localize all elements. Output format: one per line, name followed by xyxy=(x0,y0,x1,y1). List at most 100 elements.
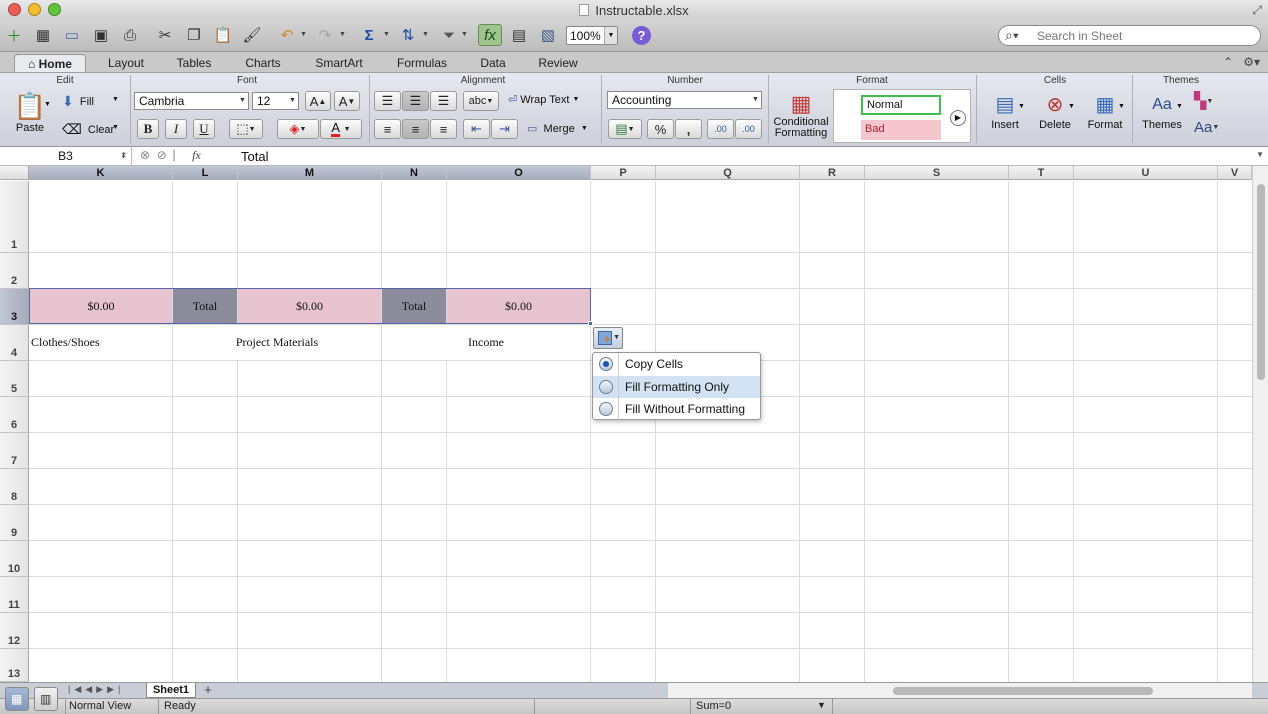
clear-dropdown-icon[interactable]: ▼ xyxy=(112,124,119,131)
column-header-s[interactable]: S xyxy=(865,166,1009,180)
print-icon[interactable]: ⎙ xyxy=(118,24,142,46)
column-header-k[interactable]: K xyxy=(29,166,173,180)
row-header-6[interactable]: 6 xyxy=(0,397,29,433)
formula-builder-icon[interactable]: fx xyxy=(478,24,502,46)
row-header-11[interactable]: 11 xyxy=(0,577,29,613)
horizontal-scrollbar[interactable] xyxy=(668,683,1252,698)
formula-input[interactable]: Total xyxy=(241,149,268,164)
open-folder-icon[interactable]: ▭ xyxy=(60,24,84,46)
select-all-corner[interactable] xyxy=(0,166,29,180)
row-header-5[interactable]: 5 xyxy=(0,361,29,397)
new-from-template-icon[interactable]: ▦ xyxy=(31,24,55,46)
wrap-text-dropdown-icon[interactable]: ▼ xyxy=(572,96,579,103)
insert-dropdown-icon[interactable]: ▼ xyxy=(1018,103,1025,110)
merge-dropdown-icon[interactable]: ▼ xyxy=(581,125,588,132)
column-header-l[interactable]: L xyxy=(173,166,238,180)
page-layout-view-button[interactable]: ▥ xyxy=(34,687,58,711)
show-hide-toolbox-icon[interactable]: ▤ xyxy=(507,24,531,46)
borders-button[interactable]: ⬚ ▼ xyxy=(229,119,263,139)
row-header-8[interactable]: 8 xyxy=(0,469,29,505)
zoom-select[interactable]: 100% ▼ xyxy=(566,26,618,45)
percent-style-button[interactable]: % xyxy=(647,119,674,139)
row-header-12[interactable]: 12 xyxy=(0,613,29,649)
redo-dropdown-icon[interactable]: ▼ xyxy=(339,31,346,38)
vertical-scrollbar[interactable] xyxy=(1252,166,1268,682)
column-header-n[interactable]: N xyxy=(382,166,447,180)
align-bottom-button[interactable]: ☰ xyxy=(430,91,457,111)
tab-tables[interactable]: Tables xyxy=(166,54,222,72)
fill-button[interactable]: ⬇ Fill xyxy=(62,93,94,110)
auto-fill-dropdown-icon[interactable]: ▼ xyxy=(613,334,620,341)
bold-button[interactable]: B xyxy=(137,119,159,139)
merge-button[interactable]: ▭ Merge ▼ xyxy=(527,122,588,136)
font-color-button[interactable]: A ▼ xyxy=(320,119,362,139)
cell-m4[interactable]: Project Materials xyxy=(173,325,381,360)
align-top-button[interactable]: ☰ xyxy=(374,91,401,111)
last-sheet-icon[interactable]: ▶| xyxy=(107,684,124,694)
prev-sheet-icon[interactable]: ◀ xyxy=(85,684,96,694)
row-header-9[interactable]: 9 xyxy=(0,505,29,541)
save-icon[interactable]: ▣ xyxy=(89,24,113,46)
fill-color-dropdown-icon[interactable]: ▼ xyxy=(300,126,307,133)
font-size-select[interactable]: 12 ▼ xyxy=(252,92,299,110)
paste-icon[interactable]: 📋 xyxy=(211,24,235,46)
fullscreen-icon[interactable]: ⤢ xyxy=(1252,3,1262,18)
tab-smartart[interactable]: SmartArt xyxy=(304,54,374,72)
add-sheet-button[interactable]: + xyxy=(200,683,216,698)
column-header-u[interactable]: U xyxy=(1074,166,1218,180)
media-browser-icon[interactable]: ▧ xyxy=(536,24,560,46)
enter-icon[interactable]: ⊘ xyxy=(157,148,167,162)
insert-cells-button[interactable]: ▤ Insert xyxy=(984,91,1026,141)
tab-home[interactable]: ⌂ Home xyxy=(14,54,86,72)
collapse-ribbon-icon[interactable]: ⌃ xyxy=(1223,55,1233,69)
menu-item-copy-cells[interactable]: Copy Cells xyxy=(593,353,760,375)
increase-font-size-button[interactable]: A ▲ xyxy=(305,91,331,111)
name-box[interactable]: B3 ⬍ xyxy=(0,147,132,165)
paste-dropdown-icon[interactable]: ▼ xyxy=(44,101,51,108)
search-field[interactable]: ⌕▾ Search in Sheet xyxy=(998,25,1261,46)
radio-icon[interactable] xyxy=(599,402,613,416)
filter-icon[interactable]: ⏷ xyxy=(437,24,461,46)
borders-dropdown-icon[interactable]: ▼ xyxy=(249,126,256,133)
format-painter-icon[interactable]: 🖌 xyxy=(240,24,264,46)
auto-fill-options-button[interactable]: + ▼ xyxy=(593,327,623,349)
first-sheet-icon[interactable]: |◀ xyxy=(68,684,85,694)
tab-data[interactable]: Data xyxy=(468,54,518,72)
filter-dropdown-icon[interactable]: ▼ xyxy=(461,31,468,38)
column-header-p[interactable]: P xyxy=(591,166,656,180)
tab-formulas[interactable]: Formulas xyxy=(386,54,458,72)
status-sum[interactable]: Sum=0 xyxy=(696,700,731,712)
name-box-stepper-icon[interactable]: ⬍ xyxy=(120,147,127,165)
radio-selected-icon[interactable] xyxy=(599,357,613,371)
align-middle-button[interactable]: ☰ xyxy=(402,91,429,111)
sheet-tab-sheet1[interactable]: Sheet1 xyxy=(146,683,196,698)
column-header-o[interactable]: O xyxy=(447,166,591,180)
style-bad[interactable]: Bad xyxy=(861,120,941,140)
sum-dropdown-icon[interactable]: ▼ xyxy=(817,700,826,710)
align-right-button[interactable]: ≡ xyxy=(430,119,457,139)
format-dropdown-icon[interactable]: ▼ xyxy=(1118,103,1125,110)
comma-style-button[interactable]: , xyxy=(675,119,702,139)
redo-icon[interactable]: ↷ xyxy=(313,24,337,46)
accounting-dropdown-icon[interactable]: ▼ xyxy=(628,126,635,133)
font-size-dropdown-icon[interactable]: ▼ xyxy=(287,93,298,109)
underline-button[interactable]: U xyxy=(193,119,215,139)
column-header-q[interactable]: Q xyxy=(656,166,800,180)
autosum-dropdown-icon[interactable]: ▼ xyxy=(383,31,390,38)
tab-charts[interactable]: Charts xyxy=(232,54,294,72)
font-color-dropdown-icon[interactable]: ▼ xyxy=(344,126,351,133)
row-header-3[interactable]: 3 xyxy=(0,289,29,325)
normal-view-button[interactable]: ▦ xyxy=(5,687,29,711)
autosum-icon[interactable]: Σ xyxy=(357,24,381,46)
theme-colors-icon[interactable]: ▚ ▼ xyxy=(1194,91,1213,111)
zoom-dropdown-icon[interactable]: ▼ xyxy=(604,27,617,44)
text-orientation-button[interactable]: abc ▼ xyxy=(463,91,499,111)
font-name-dropdown-icon[interactable]: ▼ xyxy=(237,93,248,109)
theme-fonts-button[interactable]: Aa ▼ xyxy=(1194,119,1219,136)
number-format-dropdown-icon[interactable]: ▼ xyxy=(750,92,761,108)
cell-o4[interactable]: Income xyxy=(382,325,590,360)
copy-icon[interactable]: ❐ xyxy=(182,24,206,46)
column-header-r[interactable]: R xyxy=(800,166,865,180)
style-normal[interactable]: Normal xyxy=(861,95,941,115)
worksheet-grid[interactable]: K L M N O P Q R S T U V 1 2 3 4 5 6 7 8 … xyxy=(0,166,1268,682)
